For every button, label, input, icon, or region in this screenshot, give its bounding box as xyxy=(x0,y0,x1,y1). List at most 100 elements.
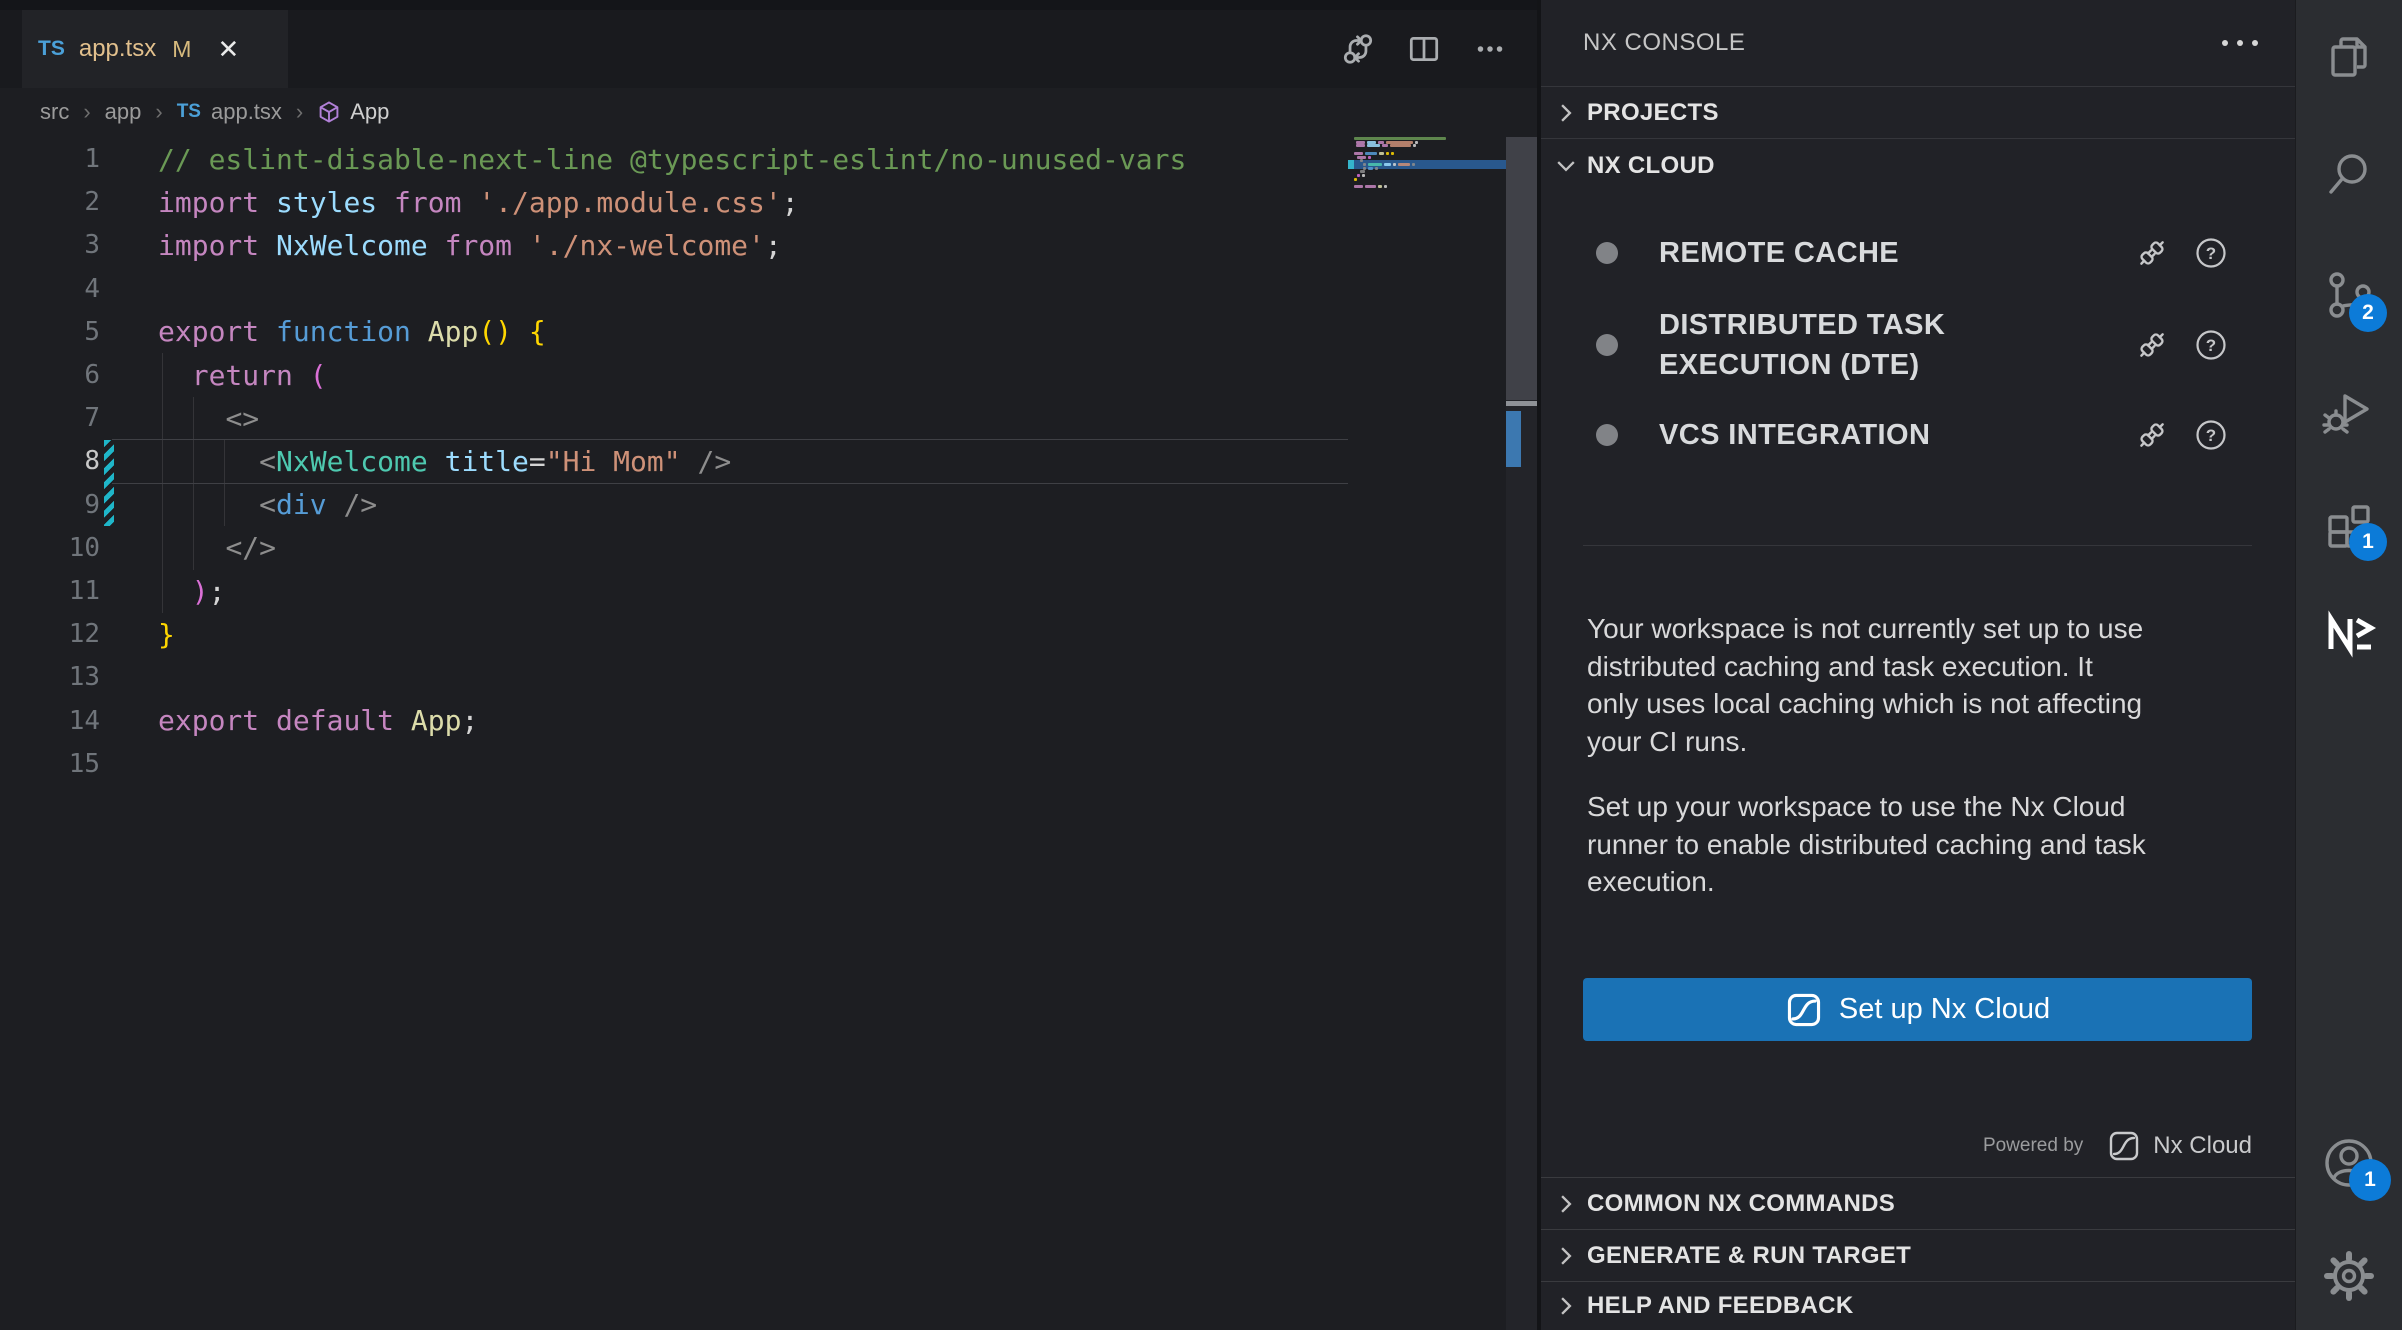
line-number: 6 xyxy=(0,360,100,390)
help-icon[interactable]: ? xyxy=(2194,236,2228,270)
minimap-line xyxy=(1360,159,1363,162)
minimap-line xyxy=(1363,163,1415,166)
nx-console-icon[interactable] xyxy=(2321,605,2377,661)
account-icon[interactable]: 1 xyxy=(2321,1135,2377,1191)
editor-group: TS app.tsx M ✕ xyxy=(0,0,1537,1330)
line-number: 4 xyxy=(0,274,100,304)
code-line[interactable]: 15 xyxy=(0,742,1537,786)
minimap-line xyxy=(1356,141,1418,144)
line-number: 10 xyxy=(0,533,100,563)
section-label: COMMON NX COMMANDS xyxy=(1587,1190,1895,1218)
connect-plug-icon[interactable] xyxy=(2135,328,2169,362)
section-label: HELP AND FEEDBACK xyxy=(1587,1292,1853,1320)
status-dot-icon xyxy=(1596,242,1618,264)
code-line[interactable]: 10 </> xyxy=(0,526,1537,570)
help-icon[interactable]: ? xyxy=(2194,328,2228,362)
minimap-line xyxy=(1357,156,1371,159)
code-text: } xyxy=(100,618,175,651)
status-dot-icon xyxy=(1596,334,1618,356)
code-line[interactable]: 2import styles from './app.module.css'; xyxy=(0,180,1537,224)
code-text: ); xyxy=(100,575,225,608)
chevron-down-icon xyxy=(1553,153,1579,179)
help-icon[interactable]: ? xyxy=(2194,418,2228,452)
section-help-and-feedback[interactable]: HELP AND FEEDBACK xyxy=(1541,1281,2295,1330)
setup-nx-cloud-button[interactable]: Set up Nx Cloud xyxy=(1583,978,2252,1041)
code-text: <NxWelcome title="Hi Mom" /> xyxy=(100,445,731,478)
code-line[interactable]: 3import NxWelcome from './nx-welcome'; xyxy=(0,223,1537,267)
code-line[interactable]: 5export function App() { xyxy=(0,310,1537,354)
code-text: </> xyxy=(100,531,276,564)
code-editor[interactable]: 1// eslint-disable-next-line @typescript… xyxy=(0,0,1537,1330)
code-line[interactable]: 11 ); xyxy=(0,569,1537,613)
setup-button-label: Set up Nx Cloud xyxy=(1839,993,2050,1026)
minimap-line xyxy=(1354,185,1387,188)
line-number: 7 xyxy=(0,403,100,433)
code-line[interactable]: 8 <NxWelcome title="Hi Mom" /> xyxy=(0,439,1537,483)
nx-console-panel: NX CONSOLE PROJECTS NX CLOUD REMOTE CACH… xyxy=(1541,0,2295,1330)
code-line[interactable]: 13 xyxy=(0,655,1537,699)
code-text: return ( xyxy=(100,359,327,392)
code-text: <> xyxy=(100,402,259,435)
powered-by-row: Powered by Nx Cloud xyxy=(1983,1124,2252,1168)
nx-cloud-description: Your workspace is not currently set up t… xyxy=(1587,610,2277,760)
editor-scrollbar-thumb[interactable] xyxy=(1506,137,1537,400)
vscode-window: TS app.tsx M ✕ xyxy=(0,0,2402,1330)
svg-text:?: ? xyxy=(2206,244,2216,263)
chevron-right-icon xyxy=(1553,100,1579,126)
chevron-right-icon xyxy=(1553,1191,1579,1217)
code-line[interactable]: 1// eslint-disable-next-line @typescript… xyxy=(0,137,1537,181)
source-control-icon[interactable]: 2 xyxy=(2321,268,2377,324)
minimap-line xyxy=(1354,178,1357,181)
minimap-line xyxy=(1356,144,1417,147)
account-badge: 1 xyxy=(2349,1159,2391,1201)
minimap-line xyxy=(1363,167,1378,170)
extensions-icon[interactable]: 1 xyxy=(2321,497,2377,553)
line-number: 13 xyxy=(0,662,100,692)
section-nx-cloud[interactable]: NX CLOUD xyxy=(1541,140,2295,192)
line-number: 3 xyxy=(0,230,100,260)
svg-text:?: ? xyxy=(2206,336,2216,355)
line-number: 9 xyxy=(0,490,100,520)
minimap-line xyxy=(1354,152,1394,155)
code-text: <div /> xyxy=(100,488,377,521)
connect-plug-icon[interactable] xyxy=(2135,236,2169,270)
minimap[interactable] xyxy=(1348,130,1506,210)
code-line[interactable]: 7 <> xyxy=(0,396,1537,440)
divider xyxy=(1541,138,2295,139)
svg-text:?: ? xyxy=(2206,426,2216,445)
code-line[interactable]: 9 <div /> xyxy=(0,483,1537,527)
overview-ruler-cursor-marker xyxy=(1506,401,1537,406)
code-text: import styles from './app.module.css'; xyxy=(100,186,799,219)
section-projects[interactable]: PROJECTS xyxy=(1541,87,2295,139)
panel-more-actions-icon[interactable] xyxy=(2217,28,2263,58)
nx-cloud-item: REMOTE CACHE? xyxy=(1541,227,2295,279)
extensions-badge: 1 xyxy=(2349,523,2387,561)
section-label: PROJECTS xyxy=(1587,99,1719,127)
explorer-icon[interactable] xyxy=(2321,31,2377,87)
code-line[interactable]: 14export default App; xyxy=(0,699,1537,743)
chevron-right-icon xyxy=(1553,1293,1579,1319)
line-number: 8 xyxy=(0,446,100,476)
code-line[interactable]: 6 return ( xyxy=(0,353,1537,397)
line-number: 15 xyxy=(0,749,100,779)
minimap-modified-marker xyxy=(1348,160,1354,169)
code-line[interactable]: 4 xyxy=(0,267,1537,311)
nx-cloud-item-label: REMOTE CACHE xyxy=(1659,233,1899,273)
line-number: 11 xyxy=(0,576,100,606)
run-and-debug-icon[interactable] xyxy=(2321,382,2377,438)
nx-cloud-description: Set up your workspace to use the Nx Clou… xyxy=(1587,788,2277,901)
search-icon[interactable] xyxy=(2321,146,2377,202)
section-common-nx-commands[interactable]: COMMON NX COMMANDS xyxy=(1541,1177,2295,1229)
code-text: export default App; xyxy=(100,704,478,737)
section-generate-run-target[interactable]: GENERATE & RUN TARGET xyxy=(1541,1229,2295,1281)
nx-cloud-item: VCS INTEGRATION? xyxy=(1541,409,2295,461)
connect-plug-icon[interactable] xyxy=(2135,418,2169,452)
line-number: 12 xyxy=(0,619,100,649)
line-number: 14 xyxy=(0,706,100,736)
section-label: NX CLOUD xyxy=(1587,152,1715,180)
section-label: GENERATE & RUN TARGET xyxy=(1587,1242,1911,1270)
line-number: 1 xyxy=(0,144,100,174)
code-line[interactable]: 12} xyxy=(0,612,1537,656)
settings-gear-icon[interactable] xyxy=(2321,1248,2377,1304)
nx-cloud-item: DISTRIBUTED TASKEXECUTION (DTE)? xyxy=(1541,305,2295,385)
